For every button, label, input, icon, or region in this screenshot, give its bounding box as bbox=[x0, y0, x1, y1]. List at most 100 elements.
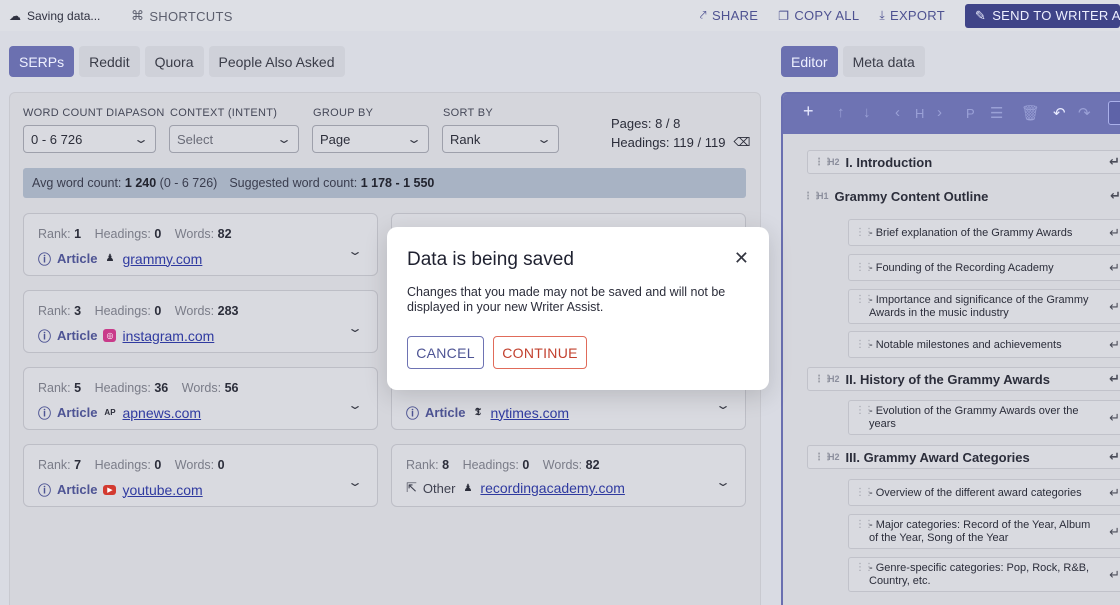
result-site-link[interactable]: grammy.com bbox=[122, 251, 202, 267]
copy-icon: ❐ bbox=[778, 8, 790, 23]
enter-icon[interactable]: ↵ bbox=[1109, 337, 1120, 353]
result-card[interactable]: Rank: 5 Headings: 36 Words: 56 ⓘ Article … bbox=[23, 367, 378, 430]
enter-icon[interactable]: ↵ bbox=[1109, 260, 1120, 276]
drag-handle-icon[interactable]: ⋮⋮ bbox=[855, 227, 874, 238]
tab-quora[interactable]: Quora bbox=[144, 46, 204, 77]
result-card[interactable]: Rank: 7 Headings: 0 Words: 0 ⓘ Article ▶ … bbox=[23, 444, 378, 507]
outline-heading[interactable]: ⋮⋮ H1 Grammy Content Outline ↵ bbox=[797, 184, 1120, 208]
enter-icon[interactable]: ↵ bbox=[1109, 410, 1120, 426]
result-site-link[interactable]: nytimes.com bbox=[490, 405, 569, 421]
enter-icon[interactable]: ↵ bbox=[1109, 371, 1120, 387]
share-button[interactable]: ⤤ SHARE bbox=[700, 8, 758, 23]
send-to-writer-button[interactable]: ✎ SEND TO WRITER ASS bbox=[965, 3, 1120, 28]
result-type-label: Article bbox=[57, 251, 98, 266]
result-site-link[interactable]: recordingacademy.com bbox=[480, 480, 624, 496]
outline-paragraph-text: - Notable milestones and achievements bbox=[869, 338, 1062, 351]
enter-icon[interactable]: ↵ bbox=[1109, 567, 1120, 583]
chevron-down-icon[interactable]: ⌄ bbox=[347, 475, 363, 489]
drag-handle-icon[interactable]: ⋮⋮ bbox=[814, 157, 833, 168]
outline-paragraph[interactable]: ⋮⋮ - Evolution of the Grammy Awards over … bbox=[848, 400, 1120, 435]
suggested-word-count-label: Suggested word count: bbox=[229, 176, 358, 190]
drag-handle-icon[interactable]: ⋮⋮ bbox=[855, 487, 874, 498]
words-value: 283 bbox=[217, 304, 239, 318]
chevron-down-icon[interactable]: ⌄ bbox=[715, 475, 731, 489]
enter-icon[interactable]: ↵ bbox=[1109, 299, 1120, 315]
chevron-down-icon[interactable]: ⌄ bbox=[347, 398, 363, 412]
export-label: EXPORT bbox=[889, 8, 945, 23]
outline-paragraph[interactable]: ⋮⋮ - Major categories: Record of the Year… bbox=[848, 514, 1120, 549]
arrow-up-icon[interactable]: ↑ bbox=[837, 104, 845, 121]
cancel-button[interactable]: CANCEL bbox=[407, 336, 484, 369]
result-card[interactable]: Rank: 3 Headings: 0 Words: 283 ⓘ Article … bbox=[23, 290, 378, 353]
list-icon[interactable]: ☰ bbox=[990, 104, 1003, 122]
outline-paragraph-text: - Brief explanation of the Grammy Awards bbox=[869, 226, 1073, 239]
drag-handle-icon[interactable]: ⋮⋮ bbox=[855, 405, 874, 416]
drag-handle-icon[interactable]: ⋮⋮ bbox=[814, 452, 833, 463]
drag-handle-icon[interactable]: ⋮⋮ bbox=[855, 339, 874, 350]
redo-icon[interactable]: ↷ bbox=[1078, 104, 1091, 122]
sort-by-select[interactable]: Rank ⌄ bbox=[442, 125, 559, 153]
drag-handle-icon[interactable]: ⋮⋮ bbox=[855, 294, 874, 305]
tab-editor[interactable]: Editor bbox=[781, 46, 838, 77]
drag-handle-icon[interactable]: ⋮⋮ bbox=[814, 374, 833, 385]
chevron-right-icon[interactable]: › bbox=[937, 104, 942, 121]
result-site-link[interactable]: instagram.com bbox=[122, 328, 214, 344]
words-value: 82 bbox=[585, 458, 600, 472]
add-icon[interactable]: + bbox=[803, 101, 814, 122]
drag-handle-icon[interactable]: ⋮⋮ bbox=[855, 519, 874, 530]
arrow-down-icon[interactable]: ↓ bbox=[863, 104, 871, 121]
chevron-down-icon[interactable]: ⌄ bbox=[347, 244, 363, 258]
enter-icon[interactable]: ↵ bbox=[1110, 188, 1120, 204]
group-by-select[interactable]: Page ⌄ bbox=[312, 125, 429, 153]
word-count-select[interactable]: 0 - 6 726 ⌄ bbox=[23, 125, 156, 153]
outline-heading[interactable]: ⋮⋮ H2 II. History of the Grammy Awards ↵ bbox=[807, 367, 1120, 391]
undo-icon[interactable]: ↶ bbox=[1053, 104, 1066, 122]
result-card[interactable]: Rank: 8 Headings: 0 Words: 82 ⇱ Other ♟ r… bbox=[391, 444, 746, 507]
enter-icon[interactable]: ↵ bbox=[1109, 449, 1120, 465]
outline-paragraph[interactable]: ⋮⋮ - Genre-specific categories: Pop, Rock… bbox=[848, 557, 1120, 592]
drag-handle-icon[interactable]: ⋮⋮ bbox=[855, 562, 874, 573]
copy-all-button[interactable]: ❐ COPY ALL bbox=[778, 8, 859, 23]
shortcuts-button[interactable]: ⌘ SHORTCUTS bbox=[131, 8, 233, 24]
outline-paragraph[interactable]: ⋮⋮ - Overview of the different award cate… bbox=[848, 479, 1120, 506]
magic-wand-icon[interactable] bbox=[1108, 101, 1120, 125]
chevron-down-icon: ⌄ bbox=[275, 132, 293, 146]
heading-icon[interactable]: H bbox=[915, 106, 924, 121]
tab-serps[interactable]: SERPs bbox=[9, 46, 75, 77]
chevron-down-icon[interactable]: ⌄ bbox=[347, 321, 363, 335]
drag-handle-icon[interactable]: ⋮⋮ bbox=[803, 191, 822, 202]
headings-value: 0 bbox=[154, 304, 162, 318]
chevron-left-icon[interactable]: ‹ bbox=[895, 104, 900, 121]
result-site-link[interactable]: youtube.com bbox=[122, 482, 202, 498]
result-card[interactable]: Rank: 1 Headings: 0 Words: 82 ⓘ Article ♟… bbox=[23, 213, 378, 276]
export-button[interactable]: ⤓ EXPORT bbox=[879, 8, 945, 23]
outline-paragraph[interactable]: ⋮⋮ - Founding of the Recording Academy ↵ bbox=[848, 254, 1120, 281]
edit-icon: ✎ bbox=[975, 7, 987, 23]
paragraph-icon[interactable]: P bbox=[966, 106, 975, 121]
chevron-down-icon: ⌄ bbox=[535, 132, 553, 146]
tab-reddit[interactable]: Reddit bbox=[79, 46, 140, 77]
enter-icon[interactable]: ↵ bbox=[1109, 154, 1120, 170]
outline-heading[interactable]: ⋮⋮ H2 III. Grammy Award Categories ↵ bbox=[807, 445, 1120, 469]
tab-meta-data[interactable]: Meta data bbox=[842, 46, 925, 77]
result-meta: Rank: 3 Headings: 0 Words: 283 bbox=[38, 304, 239, 318]
outline-paragraph[interactable]: ⋮⋮ - Importance and significance of the G… bbox=[848, 289, 1120, 324]
drag-handle-icon[interactable]: ⋮⋮ bbox=[855, 262, 874, 273]
continue-button[interactable]: CONTINUE bbox=[493, 336, 587, 369]
enter-icon[interactable]: ↵ bbox=[1109, 524, 1120, 540]
context-select[interactable]: Select ⌄ bbox=[169, 125, 299, 153]
tab-people-also-asked[interactable]: People Also Asked bbox=[208, 46, 345, 77]
close-icon[interactable]: ✕ bbox=[734, 249, 749, 267]
enter-icon[interactable]: ↵ bbox=[1109, 485, 1120, 501]
enter-icon[interactable]: ↵ bbox=[1109, 225, 1120, 241]
result-site-link[interactable]: apnews.com bbox=[122, 405, 201, 421]
eraser-icon[interactable]: ⌫ bbox=[733, 133, 750, 152]
outline-paragraph[interactable]: ⋮⋮ - Brief explanation of the Grammy Awar… bbox=[848, 219, 1120, 246]
chevron-down-icon[interactable]: ⌄ bbox=[715, 398, 731, 412]
rank-value: 3 bbox=[74, 304, 82, 318]
top-actions: ⤤ SHARE ❐ COPY ALL ⤓ EXPORT ✎ SEND TO WR… bbox=[700, 0, 1120, 31]
result-type: ⓘ Article bbox=[38, 249, 97, 268]
outline-paragraph[interactable]: ⋮⋮ - Notable milestones and achievements … bbox=[848, 331, 1120, 358]
trash-icon[interactable]: 🗑 bbox=[1021, 104, 1040, 122]
outline-heading[interactable]: ⋮⋮ H2 I. Introduction ↵ bbox=[807, 150, 1120, 174]
